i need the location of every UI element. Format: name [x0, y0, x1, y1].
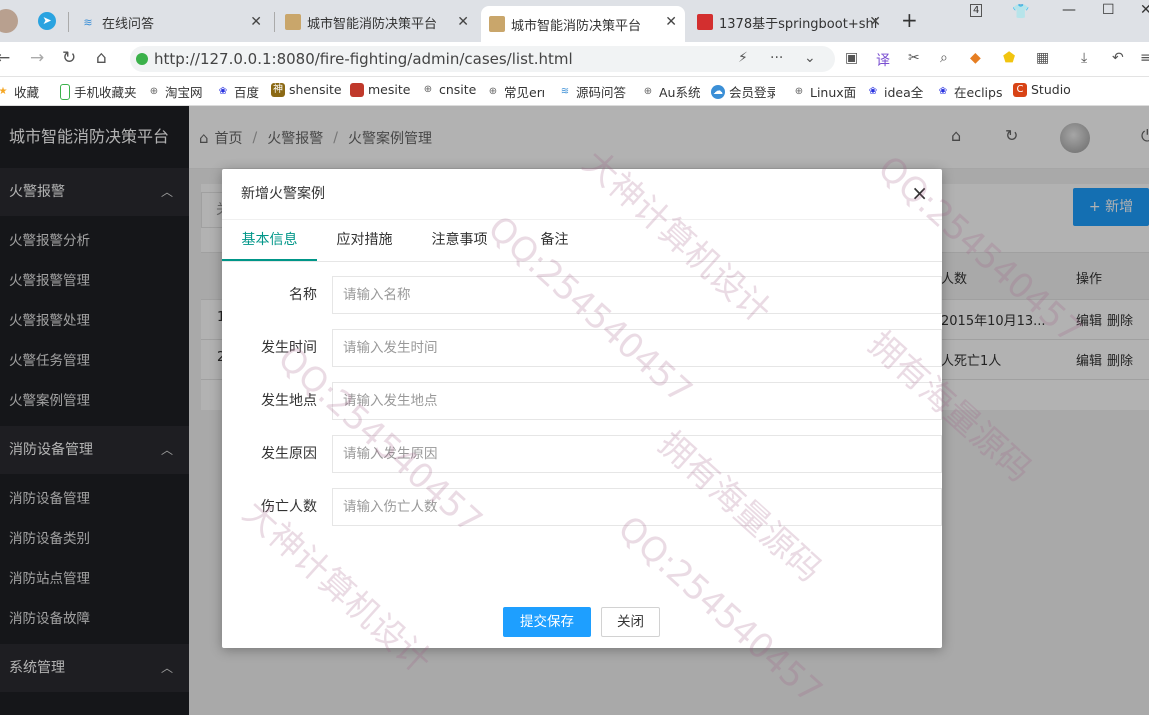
bookmark-5[interactable]: mesite [350, 82, 410, 97]
browser-tab-3[interactable]: 1378基于springboot+shi ✕ [689, 6, 889, 38]
tab-response-measures[interactable]: 应对措施 [317, 220, 412, 260]
paw-icon: ❀ [218, 85, 228, 97]
bookmark-3[interactable]: ❀ 百度 [216, 82, 259, 101]
casualties-input[interactable] [332, 488, 942, 526]
forward-icon[interactable]: → [30, 48, 44, 68]
close-window-icon[interactable]: ✕ [1140, 2, 1149, 18]
bookmark-10[interactable]: ☁ 会员登录 [711, 82, 775, 101]
paw-icon: ❀ [868, 85, 878, 97]
menu-icon[interactable]: ≡ [1140, 50, 1149, 66]
bookmark-4[interactable]: 神 shensite [271, 82, 342, 97]
name-input[interactable] [332, 276, 942, 314]
secure-icon [136, 53, 148, 65]
site-favicon-icon [285, 14, 301, 30]
bookmark-13[interactable]: ❀ 在eclips [936, 82, 1002, 101]
phone-icon [60, 83, 70, 100]
add-case-dialog: 新增火警案例 × 基本信息 应对措施 注意事项 备注 名称 发生时间 发生地点 … [222, 169, 942, 648]
submit-save-button[interactable]: 提交保存 [503, 607, 591, 637]
wave-icon: ≋ [560, 85, 570, 97]
download-icon[interactable]: ⤓ [1081, 50, 1087, 66]
tab-count-badge[interactable]: 4 [970, 4, 983, 17]
game-icon[interactable]: ◆ [970, 50, 981, 66]
dropdown-icon[interactable]: ⌄ [804, 50, 816, 66]
back-icon[interactable]: ← [0, 48, 10, 68]
telegram-icon[interactable]: ➤ [38, 12, 56, 30]
bookmark-2[interactable]: ⊕ 淘宝网 [147, 82, 203, 101]
star-icon: ★ [0, 85, 8, 97]
tab-separator [274, 12, 275, 32]
time-label: 发生时间 [261, 340, 317, 356]
bookmark-1[interactable]: 手机收藏夹 [60, 82, 137, 101]
form-row-casualties: 伤亡人数 [222, 488, 942, 526]
tab-notes[interactable]: 备注 [507, 220, 602, 260]
globe-icon: ⊕ [423, 83, 433, 95]
close-tab-icon[interactable]: ✕ [457, 14, 469, 30]
cause-label: 发生原因 [261, 446, 317, 462]
close-tab-icon[interactable]: ✕ [665, 14, 677, 30]
site-favicon-icon [489, 16, 505, 32]
shield-icon[interactable]: ⬟ [1003, 50, 1015, 66]
translate-icon[interactable]: 译 [876, 50, 890, 70]
close-button[interactable]: 关闭 [601, 607, 660, 637]
location-label: 发生地点 [261, 393, 317, 409]
bookmark-0[interactable]: ★ 收藏 [0, 82, 39, 101]
dialog-tabs: 基本信息 应对措施 注意事项 备注 [222, 220, 942, 262]
wave-icon: ≋ [83, 15, 93, 29]
apps-icon[interactable]: ▦ [1036, 50, 1049, 66]
bookmark-12[interactable]: ❀ idea全 [866, 82, 923, 101]
flash-icon[interactable]: ⚡ [738, 50, 748, 66]
bookmark-7[interactable]: ⊕ 常见err [486, 82, 544, 101]
bookmark-14[interactable]: C Studio [1013, 82, 1071, 97]
tab-basic-info[interactable]: 基本信息 [222, 220, 317, 261]
shen-icon: 神 [271, 82, 285, 97]
url-field[interactable]: http://127.0.0.1:8080/fire-fighting/admi… [130, 46, 835, 72]
bookmarks-bar: ★ 收藏 手机收藏夹 ⊕ 淘宝网 ❀ 百度 神 shensite mesite ⊕ cns… [0, 77, 1149, 106]
reload-icon[interactable]: ↻ [62, 48, 76, 68]
bookmark-11[interactable]: ⊕ Linux面 [792, 82, 856, 101]
casualties-label: 伤亡人数 [261, 499, 317, 515]
tab-separator [68, 12, 69, 32]
form-row-cause: 发生原因 [222, 435, 942, 473]
close-icon[interactable]: × [911, 181, 928, 205]
form-row-name: 名称 [222, 276, 942, 314]
bookmark-9[interactable]: ⊕ Au系统 [641, 82, 701, 101]
more-icon[interactable]: ··· [770, 50, 783, 66]
globe-icon: ⊕ [794, 85, 804, 97]
browser-tab-0[interactable]: ≋ 在线问答 ✕ [72, 6, 270, 38]
new-tab-button[interactable]: + [901, 8, 918, 32]
tab-precautions[interactable]: 注意事项 [412, 220, 507, 260]
location-input[interactable] [332, 382, 942, 420]
search-icon[interactable]: ⌕ [940, 50, 948, 66]
browser-tab-2[interactable]: 城市智能消防决策平台 ✕ [481, 6, 685, 42]
time-input[interactable] [332, 329, 942, 367]
close-tab-icon[interactable]: ✕ [869, 14, 881, 30]
bookmark-6[interactable]: ⊕ cnsite [421, 82, 477, 97]
c-icon: C [1013, 82, 1027, 97]
maximize-icon[interactable]: ☐ [1102, 2, 1115, 18]
address-bar: ← → ↻ ⌂ http://127.0.0.1:8080/fire-fight… [0, 42, 1149, 77]
form-row-time: 发生时间 [222, 329, 942, 367]
globe-icon: ⊕ [149, 85, 159, 97]
browser-tab-1[interactable]: 城市智能消防决策平台 ✕ [277, 6, 477, 38]
minimize-icon[interactable]: — [1062, 2, 1076, 18]
browser-tab-strip: ➤ ≋ 在线问答 ✕ 城市智能消防决策平台 ✕ 城市智能消防决策平台 ✕ 137… [0, 0, 1149, 42]
profile-avatar[interactable] [0, 9, 18, 33]
cause-input[interactable] [332, 435, 942, 473]
paw-icon: ❀ [938, 85, 948, 97]
form-row-location: 发生地点 [222, 382, 942, 420]
extension-icon[interactable]: ▣ [845, 50, 858, 66]
bookmark-8[interactable]: ≋ 源码问答 [558, 82, 626, 101]
cloud-icon: ☁ [711, 84, 725, 99]
scissors-icon[interactable]: ✂ [908, 50, 920, 66]
shirt-icon[interactable]: 👕 [1012, 4, 1029, 20]
globe-icon: ⊕ [643, 85, 653, 97]
dialog-title: 新增火警案例 [222, 169, 942, 220]
undo-icon[interactable]: ↶ [1112, 50, 1124, 66]
mesite-icon [350, 82, 364, 97]
globe-icon: ⊕ [488, 85, 498, 97]
name-label: 名称 [289, 287, 317, 303]
red-favicon-icon [697, 14, 713, 30]
home-icon[interactable]: ⌂ [96, 48, 107, 68]
close-tab-icon[interactable]: ✕ [250, 14, 262, 30]
